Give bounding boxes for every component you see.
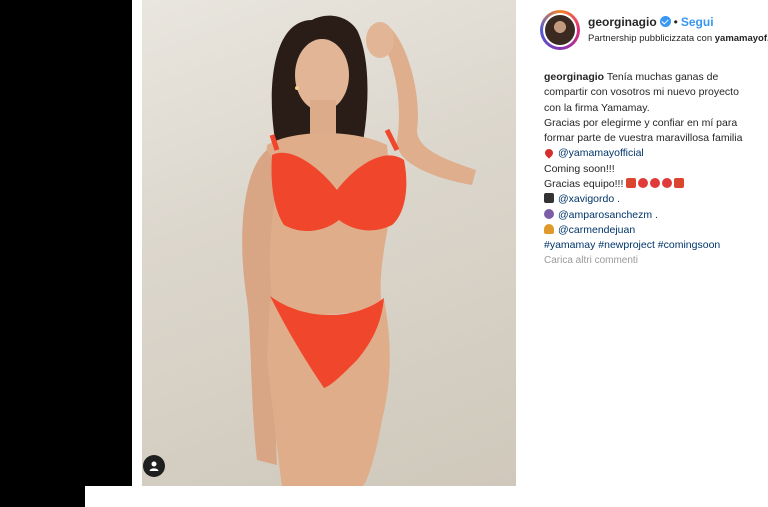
username-row: georginagio • Segui [588, 15, 714, 29]
emoji-icon [626, 178, 637, 189]
person-icon [149, 461, 159, 471]
bottom-black-margin [0, 486, 85, 507]
caption-line: @carmendejuan [544, 223, 768, 238]
caption-line: @amparosanchezm . [544, 208, 768, 223]
mention-link[interactable]: @amparosanchezm . [558, 209, 658, 221]
rose-emoji [662, 178, 673, 189]
caption-line: @yamamayofficial [544, 146, 768, 161]
load-more-comments-button[interactable]: Carica altri commenti [544, 255, 638, 266]
rose-emoji [650, 178, 661, 189]
hashtags[interactable]: #yamamay #newproject #comingsoon [544, 238, 768, 253]
avatar[interactable] [540, 10, 580, 50]
emoji-icon [674, 178, 685, 189]
post-header: georginagio • Segui Partnership pubblicizz… [540, 10, 768, 52]
separator-dot: • [673, 15, 678, 29]
avatar-photo [545, 15, 575, 45]
verified-badge-icon [659, 16, 671, 27]
caption-author-link[interactable]: georginagio [544, 71, 604, 83]
mention-link[interactable]: @carmendejuan [558, 224, 635, 236]
caption-line: Gracias equipo!!! [544, 177, 768, 192]
model-illustration [242, 15, 476, 486]
username-link[interactable]: georginagio [588, 15, 657, 29]
follow-button[interactable]: Segui [681, 15, 714, 29]
partner-link[interactable]: yamamayof... [715, 33, 768, 44]
clapper-board-emoji [544, 193, 554, 204]
user-tag-icon[interactable] [143, 455, 165, 477]
caption-line: formar parte de vuestra maravillosa fami… [544, 132, 743, 145]
partnership-label: Partnership pubblicizzata con yamamayof.… [588, 33, 768, 44]
caption-line: georginagio Tenía muchas ganas de [544, 71, 719, 83]
caption-line: con la firma Yamamay. [544, 101, 650, 114]
partnership-prefix: Partnership pubblicizzata con [588, 33, 713, 44]
caption-line: compartir con vosotros mi nuevo proyecto [544, 86, 739, 99]
red-heart-emoji [544, 147, 555, 160]
post-photo[interactable] [142, 0, 516, 486]
caption-line: @xavigordo . [544, 192, 768, 207]
mention-link[interactable]: @yamamayofficial [558, 147, 644, 159]
rose-emoji [638, 178, 649, 189]
caption-line: Gracias por elegirme y confiar en mí par… [544, 116, 738, 129]
bell-emoji [544, 223, 554, 234]
post-caption: georginagio Tenía muchas ganas de compar… [544, 70, 768, 254]
caption-line: Coming soon!!! [544, 162, 615, 175]
left-black-margin [0, 0, 132, 486]
mention-link[interactable]: @xavigordo . [558, 193, 620, 205]
woman-emoji [544, 208, 554, 219]
